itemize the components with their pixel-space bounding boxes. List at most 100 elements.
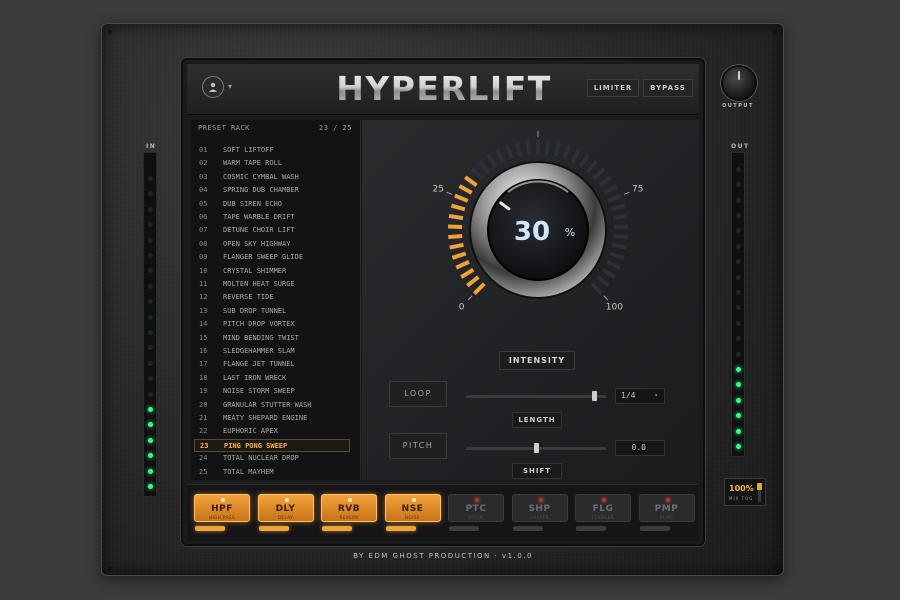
preset-item[interactable]: 01 SOFT LIFTOFF — [194, 144, 350, 157]
preset-number: 06 — [199, 213, 208, 221]
preset-item[interactable]: 15 MIND BENDING TWIST — [194, 332, 350, 345]
fx-button-ptc[interactable]: PTC PITCH — [448, 494, 504, 522]
meter-led — [736, 305, 741, 311]
dial-segment — [515, 142, 523, 157]
fx-subtitle: HIGH PASS — [208, 515, 236, 520]
loop-division-value: 1/4 — [621, 391, 636, 400]
preset-item[interactable]: 06 TAPE WARBLE DRIFT — [194, 211, 350, 224]
preset-item[interactable]: 22 EUPHORIC APEX — [194, 425, 350, 438]
fx-button-rvb[interactable]: RVB REVERB — [321, 494, 377, 522]
preset-number: 21 — [199, 414, 208, 422]
dial-unit: % — [565, 226, 575, 239]
preset-item[interactable]: 08 OPEN SKY HIGHWAY — [194, 238, 350, 251]
pitch-slider-thumb[interactable] — [533, 443, 539, 453]
preset-item[interactable]: 02 WARM TAPE ROLL — [194, 157, 350, 170]
output-level-meter — [731, 152, 745, 457]
preset-item[interactable]: 20 GRANULAR STUTTER WASH — [194, 399, 350, 412]
preset-number: 15 — [199, 333, 208, 342]
preset-item[interactable]: 13 SUB DROP TUNNEL — [194, 305, 350, 318]
meter-led — [148, 376, 153, 382]
preset-number: 19 — [199, 387, 208, 396]
dial-segment — [486, 154, 498, 168]
dial-segment — [525, 140, 532, 155]
dial-tick — [467, 295, 473, 301]
preset-name: TOTAL MAYHEM — [223, 467, 274, 476]
fx-button-hpf[interactable]: HPF HIGH PASS — [194, 494, 250, 522]
loop-slider-thumb[interactable] — [592, 391, 598, 401]
dial-tick-label: 50 — [532, 125, 544, 128]
dial-segment — [613, 233, 628, 240]
dial-segment — [470, 167, 484, 180]
preset-item[interactable]: 19 NOISE STORM SWEEP — [194, 385, 350, 398]
fx-code: HPF — [211, 504, 233, 514]
fx-button-shp[interactable]: SHP SHAPER — [511, 494, 568, 522]
preset-name: PING PONG SWEEP — [224, 441, 288, 450]
loop-button[interactable]: LOOP — [389, 381, 447, 407]
preset-item[interactable]: 12 REVERSE TIDE — [194, 291, 350, 304]
mix-switch-thumb[interactable] — [757, 483, 762, 490]
dial-segment — [610, 203, 626, 212]
length-button[interactable]: LENGTH — [512, 412, 562, 428]
app-title: HYPERLIFT — [320, 66, 568, 112]
fx-status-dot — [284, 498, 289, 502]
preset-item[interactable]: 14 PITCH DROP VORTEX — [194, 318, 350, 331]
preset-rack-title: PRESET RACK — [198, 124, 250, 132]
preset-item[interactable]: 18 LAST IRON WRECK — [194, 372, 350, 385]
dial-segment — [504, 144, 514, 160]
bypass-button[interactable]: BYPASS — [643, 79, 693, 97]
pitch-button[interactable]: PITCH — [389, 433, 447, 459]
loop-division-select[interactable]: 1/4 ▾ — [615, 388, 665, 404]
fx-button-flg[interactable]: FLG FLANGER — [575, 494, 631, 522]
fx-status-dot — [475, 498, 479, 502]
intensity-dial[interactable]: 0 25 50 75 100 30% — [420, 125, 660, 325]
meter-led — [148, 206, 153, 212]
fx-code: DLY — [275, 504, 296, 514]
dial-segment — [601, 268, 616, 279]
dial-segment — [585, 160, 598, 174]
preset-number: 08 — [199, 239, 208, 248]
dial-value: 30 — [514, 217, 550, 247]
preset-item[interactable]: 23 PING PONG SWEEP — [194, 438, 350, 452]
loop-slider-track[interactable] — [466, 395, 606, 398]
preset-item[interactable]: 17 FLANGE JET TUNNEL — [194, 358, 350, 371]
shift-button[interactable]: SHIFT — [512, 463, 562, 479]
dial-tick — [603, 295, 609, 301]
meter-led — [148, 360, 153, 366]
preset-number: 05 — [199, 199, 208, 208]
meter-led — [148, 345, 153, 351]
chevron-down-icon[interactable]: ▾ — [228, 82, 232, 91]
meter-led — [148, 422, 153, 428]
preset-item[interactable]: 11 MOLTEN HEAT SURGE — [194, 278, 350, 291]
fx-button-nse[interactable]: NSE NOISE — [384, 494, 441, 522]
limiter-button[interactable]: LIMITER — [587, 79, 639, 97]
preset-item[interactable]: 25 TOTAL MAYHEM — [194, 466, 350, 479]
preset-item[interactable]: 10 CRYSTAL SHIMMER — [194, 265, 350, 278]
dial-segment — [448, 233, 463, 240]
preset-item[interactable]: 05 DUB SIREN ECHO — [194, 198, 350, 211]
output-knob[interactable] — [723, 67, 755, 99]
preset-item[interactable]: 16 SLEDGEHAMMER SLAM — [194, 345, 350, 358]
meter-led — [148, 391, 153, 397]
preset-item[interactable]: 21 MEATY SHEPARD ENGINE — [194, 412, 350, 425]
meter-led — [148, 330, 153, 335]
user-profile-button[interactable] — [202, 76, 224, 98]
screw — [108, 566, 112, 570]
fx-button-dly[interactable]: DLY DELAY — [257, 494, 314, 522]
meter-led — [736, 197, 741, 203]
dial-segment — [596, 275, 610, 288]
preset-item[interactable]: 03 COSMIC CYMBAL WASH — [194, 171, 350, 184]
meter-led — [148, 191, 153, 197]
preset-item[interactable]: 07 DETUNE CHOIR LIFT — [194, 224, 350, 237]
pitch-value-field[interactable]: 0.0 — [615, 440, 665, 456]
preset-name: REVERSE TIDE — [223, 293, 274, 302]
preset-item[interactable]: 09 FLANGER SWEEP GLIDE — [194, 251, 350, 264]
screw — [773, 30, 777, 34]
meter-led — [736, 320, 741, 326]
mix-toggle[interactable]: 100% MIX TOG — [724, 478, 766, 506]
preset-number: 01 — [199, 146, 208, 154]
preset-item[interactable]: 04 SPRING DUB CHAMBER — [194, 184, 350, 197]
fx-subtitle: DELAY — [277, 515, 294, 520]
preset-number: 02 — [199, 159, 208, 168]
preset-item[interactable]: 24 TOTAL NUCLEAR DROP — [194, 452, 350, 465]
fx-button-pmp[interactable]: PMP PUMP — [638, 494, 695, 522]
